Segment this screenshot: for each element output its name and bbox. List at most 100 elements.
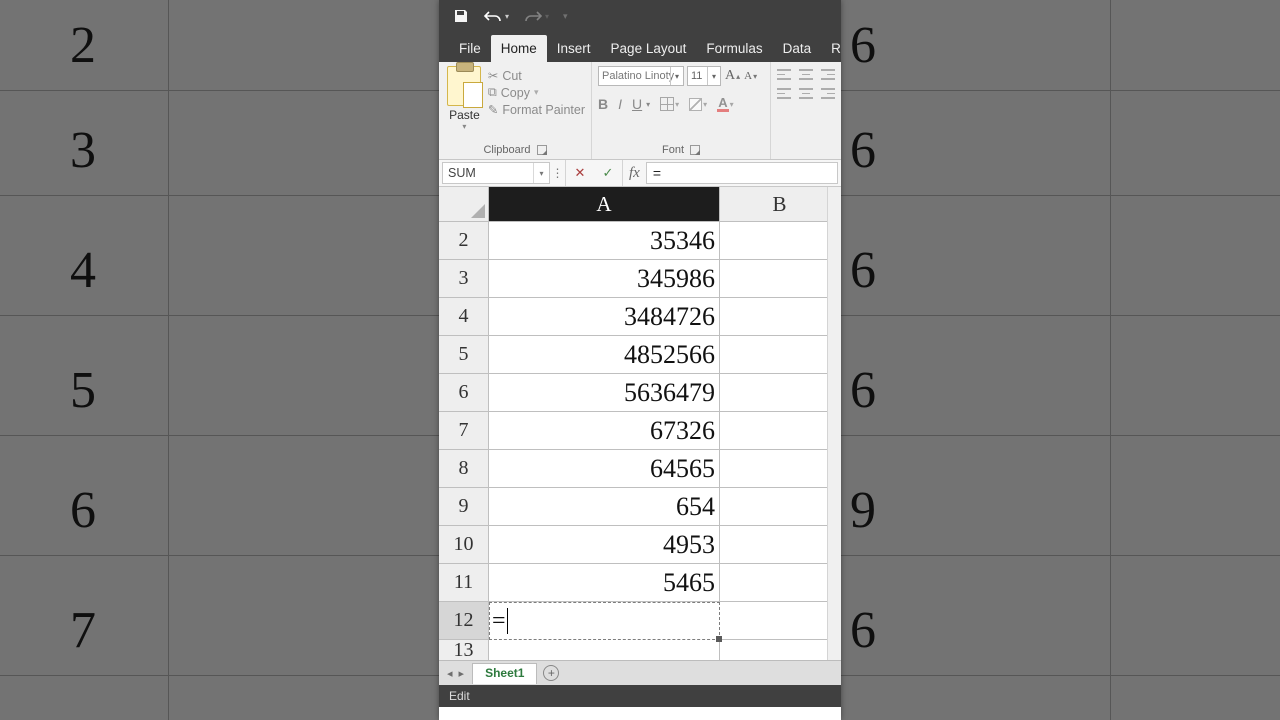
column-header-A[interactable]: A [489, 187, 720, 222]
column-header-B[interactable]: B [720, 187, 840, 222]
row-header[interactable]: 3 [439, 260, 489, 298]
tab-page-layout[interactable]: Page Layout [601, 35, 697, 62]
formula-bar-input[interactable]: = [646, 162, 838, 184]
sheet-prev-icon[interactable]: ◂ [445, 667, 455, 680]
cell-B3[interactable] [720, 260, 840, 298]
row-header[interactable]: 4 [439, 298, 489, 336]
tab-data[interactable]: Data [773, 35, 822, 62]
font-color-button[interactable]: A▾ [717, 96, 733, 112]
chevron-down-icon[interactable]: ▾ [533, 163, 549, 183]
tab-home[interactable]: Home [491, 35, 547, 62]
row-header[interactable]: 6 [439, 374, 489, 412]
excel-window: ▾ ▾ ▾ File Home Insert Page Layout Formu… [439, 0, 841, 720]
cell-A4[interactable]: 3484726 [489, 298, 720, 336]
font-size-select[interactable]: 11 ▾ [687, 66, 721, 86]
cancel-formula-button[interactable]: ✕ [566, 160, 594, 186]
align-left-icon[interactable] [777, 88, 791, 99]
borders-button[interactable]: ▾ [660, 97, 679, 111]
cell-A13[interactable] [489, 640, 720, 660]
align-middle-icon[interactable] [799, 69, 813, 80]
cell-B11[interactable] [720, 564, 840, 602]
cell-A2[interactable]: 35346 [489, 222, 720, 260]
row-header[interactable]: 11 [439, 564, 489, 602]
cell-A8[interactable]: 64565 [489, 450, 720, 488]
copy-button[interactable]: ⧉ Copy ▾ [488, 85, 585, 100]
font-launcher-icon[interactable] [690, 145, 700, 155]
row-header[interactable]: 8 [439, 450, 489, 488]
cell-B7[interactable] [720, 412, 840, 450]
clipboard-launcher-icon[interactable] [537, 145, 547, 155]
row-header[interactable]: 10 [439, 526, 489, 564]
row-header[interactable]: 9 [439, 488, 489, 526]
vertical-scrollbar[interactable] [827, 187, 841, 660]
fx-separator: ⋮ [550, 160, 566, 186]
row-header[interactable]: 7 [439, 412, 489, 450]
sheet-next-icon[interactable]: ▸ [457, 667, 467, 680]
grow-font-icon[interactable]: A [724, 68, 736, 84]
cell-B6[interactable] [720, 374, 840, 412]
cell-B9[interactable] [720, 488, 840, 526]
row-header[interactable]: 2 [439, 222, 489, 260]
redo-icon[interactable]: ▾ [523, 9, 549, 23]
cell-A9[interactable]: 654 [489, 488, 720, 526]
chevron-down-icon[interactable]: ▾ [670, 67, 683, 85]
bold-button[interactable]: B [598, 96, 608, 112]
fill-color-button[interactable]: ▾ [689, 98, 707, 111]
bucket-icon [689, 98, 702, 111]
underline-button[interactable]: U [632, 96, 642, 112]
cell-B4[interactable] [720, 298, 840, 336]
tab-file[interactable]: File [449, 35, 491, 62]
scissors-icon: ✂ [488, 68, 498, 83]
cell-A7[interactable]: 67326 [489, 412, 720, 450]
cell-A6[interactable]: 5636479 [489, 374, 720, 412]
italic-button[interactable]: I [618, 96, 622, 112]
quick-access-toolbar: ▾ ▾ ▾ [439, 0, 841, 32]
align-top-icon[interactable] [777, 69, 791, 80]
group-font: Palatino Linoty ▾ 11 ▾ A▴ A▾ B I U▾ ▾ ▾ [592, 62, 771, 159]
fx-icon[interactable]: fx [622, 160, 646, 186]
save-icon[interactable] [453, 8, 469, 24]
paste-button[interactable]: Paste ▾ [445, 66, 484, 142]
shrink-font-icon[interactable]: A [743, 70, 753, 82]
tab-formulas[interactable]: Formulas [696, 35, 772, 62]
select-all-triangle[interactable] [439, 187, 489, 222]
tab-review[interactable]: Re [821, 35, 841, 62]
cell-B12[interactable] [720, 602, 840, 640]
table-row: 864565 [439, 450, 841, 488]
new-sheet-button[interactable]: + [543, 665, 559, 681]
group-font-title: Font [662, 144, 684, 156]
cell-A11[interactable]: 5465 [489, 564, 720, 602]
undo-icon[interactable]: ▾ [483, 9, 509, 23]
fill-handle[interactable] [716, 636, 722, 642]
cell-B2[interactable] [720, 222, 840, 260]
cell-A12-editing[interactable]: = [489, 602, 720, 640]
row-header[interactable]: 12 [439, 602, 489, 640]
formula-bar-row: SUM ▾ ⋮ ✕ ✓ fx = [439, 160, 841, 187]
tab-insert[interactable]: Insert [547, 35, 601, 62]
customize-qat-icon[interactable]: ▾ [563, 11, 568, 22]
cut-button[interactable]: ✂ Cut [488, 68, 585, 83]
cell-B8[interactable] [720, 450, 840, 488]
format-painter-button[interactable]: ✎ Format Painter [488, 102, 585, 117]
cell-A3[interactable]: 345986 [489, 260, 720, 298]
table-row: 9654 [439, 488, 841, 526]
align-bottom-icon[interactable] [821, 69, 835, 80]
cell-B10[interactable] [720, 526, 840, 564]
cell-A5[interactable]: 4852566 [489, 336, 720, 374]
align-center-icon[interactable] [799, 88, 813, 99]
status-mode: Edit [449, 689, 470, 703]
row-header[interactable]: 5 [439, 336, 489, 374]
cell-B13[interactable] [720, 640, 840, 660]
sheet-nav[interactable]: ◂▸ [445, 667, 466, 680]
group-alignment [771, 62, 841, 159]
font-color-icon: A [717, 96, 728, 112]
accept-formula-button[interactable]: ✓ [594, 160, 622, 186]
align-right-icon[interactable] [821, 88, 835, 99]
row-header[interactable]: 13 [439, 640, 489, 660]
name-box[interactable]: SUM ▾ [442, 162, 550, 184]
chevron-down-icon[interactable]: ▾ [707, 67, 720, 85]
font-name-select[interactable]: Palatino Linoty ▾ [598, 66, 684, 86]
cell-B5[interactable] [720, 336, 840, 374]
sheet-tab-sheet1[interactable]: Sheet1 [472, 663, 537, 684]
cell-A10[interactable]: 4953 [489, 526, 720, 564]
